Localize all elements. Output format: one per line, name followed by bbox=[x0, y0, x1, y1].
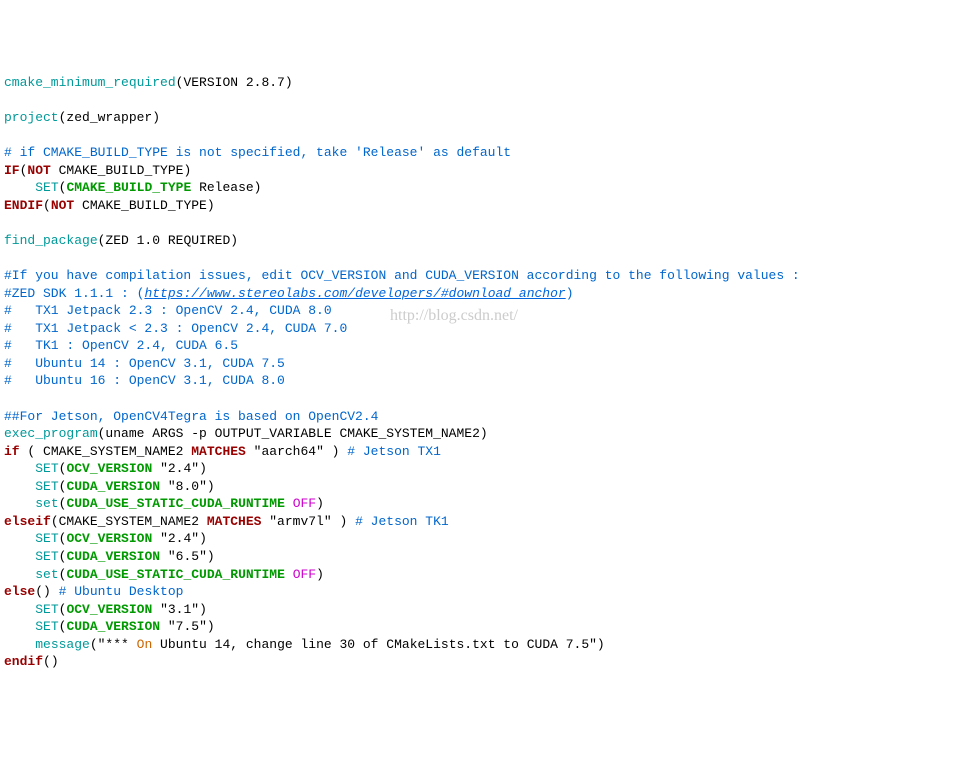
args: (ZED 1.0 REQUIRED) bbox=[98, 233, 238, 248]
kw-matches: MATCHES bbox=[207, 514, 262, 529]
args: "6.5") bbox=[160, 549, 215, 564]
args: () bbox=[43, 654, 59, 669]
var-cuda-static: CUDA_USE_STATIC_CUDA_RUNTIME bbox=[66, 567, 284, 582]
args: CMAKE_BUILD_TYPE) bbox=[51, 163, 191, 178]
comment: ##For Jetson, OpenCV4Tegra is based on O… bbox=[4, 409, 378, 424]
comment: # Ubuntu 14 : OpenCV 3.1, CUDA 7.5 bbox=[4, 356, 285, 371]
comment: # TX1 Jetpack 2.3 : OpenCV 2.4, CUDA 8.0 bbox=[4, 303, 332, 318]
url-link[interactable]: https://www.stereolabs.com/developers/#d… bbox=[144, 286, 565, 301]
indent bbox=[4, 461, 35, 476]
func-set: SET bbox=[35, 180, 58, 195]
const-off: OFF bbox=[293, 567, 316, 582]
comment: # Jetson TX1 bbox=[347, 444, 441, 459]
args: Ubuntu 14, change line 30 of CMakeLists.… bbox=[152, 637, 604, 652]
func-set: SET bbox=[35, 619, 58, 634]
args: CMAKE_BUILD_TYPE) bbox=[74, 198, 214, 213]
var-cuda: CUDA_VERSION bbox=[66, 479, 160, 494]
kw-else: else bbox=[4, 584, 35, 599]
space bbox=[285, 567, 293, 582]
indent bbox=[4, 602, 35, 617]
func-project: project bbox=[4, 110, 59, 125]
args: () bbox=[35, 584, 58, 599]
indent bbox=[4, 531, 35, 546]
comment: # TX1 Jetpack < 2.3 : OpenCV 2.4, CUDA 7… bbox=[4, 321, 347, 336]
var-ocv: OCV_VERSION bbox=[66, 531, 152, 546]
kw-not: NOT bbox=[51, 198, 74, 213]
func-set: SET bbox=[35, 531, 58, 546]
kw-if: if bbox=[4, 444, 20, 459]
indent bbox=[4, 567, 35, 582]
func-set: set bbox=[35, 496, 58, 511]
indent bbox=[4, 479, 35, 494]
comment: ) bbox=[566, 286, 574, 301]
args: "7.5") bbox=[160, 619, 215, 634]
args: "armv7l" ) bbox=[261, 514, 355, 529]
kw-endif: ENDIF bbox=[4, 198, 43, 213]
indent bbox=[4, 549, 35, 564]
comment: # Ubuntu Desktop bbox=[59, 584, 184, 599]
indent bbox=[4, 180, 35, 195]
comment: # Ubuntu 16 : OpenCV 3.1, CUDA 8.0 bbox=[4, 373, 285, 388]
paren: ( bbox=[43, 198, 51, 213]
args: "aarch64" ) bbox=[246, 444, 347, 459]
paren: ) bbox=[316, 496, 324, 511]
args: (uname ARGS -p OUTPUT_VARIABLE CMAKE_SYS… bbox=[98, 426, 488, 441]
kw-not: NOT bbox=[27, 163, 50, 178]
kw-elseif: elseif bbox=[4, 514, 51, 529]
var-cuda: CUDA_VERSION bbox=[66, 549, 160, 564]
var-cuda: CUDA_VERSION bbox=[66, 619, 160, 634]
comment: # if CMAKE_BUILD_TYPE is not specified, … bbox=[4, 145, 511, 160]
func-message: message bbox=[35, 637, 90, 652]
args: ( CMAKE_SYSTEM_NAME2 bbox=[20, 444, 192, 459]
paren: ( bbox=[59, 619, 67, 634]
args: "8.0") bbox=[160, 479, 215, 494]
func-set: set bbox=[35, 567, 58, 582]
space bbox=[285, 496, 293, 511]
code-block: cmake_minimum_required(VERSION 2.8.7) pr… bbox=[4, 74, 951, 671]
func-set: SET bbox=[35, 549, 58, 564]
var-build-type: CMAKE_BUILD_TYPE bbox=[66, 180, 191, 195]
func-set: SET bbox=[35, 461, 58, 476]
kw-on: On bbox=[137, 637, 153, 652]
kw-endif: endif bbox=[4, 654, 43, 669]
var-cuda-static: CUDA_USE_STATIC_CUDA_RUNTIME bbox=[66, 496, 284, 511]
args: ("*** bbox=[90, 637, 137, 652]
func-cmake-min: cmake_minimum_required bbox=[4, 75, 176, 90]
args: (zed_wrapper) bbox=[59, 110, 160, 125]
args: (CMAKE_SYSTEM_NAME2 bbox=[51, 514, 207, 529]
paren: ) bbox=[316, 567, 324, 582]
func-find-package: find_package bbox=[4, 233, 98, 248]
comment: # Jetson TK1 bbox=[355, 514, 449, 529]
args: "2.4") bbox=[152, 531, 207, 546]
func-set: SET bbox=[35, 479, 58, 494]
args: "3.1") bbox=[152, 602, 207, 617]
args: (VERSION 2.8.7) bbox=[176, 75, 293, 90]
comment: # TK1 : OpenCV 2.4, CUDA 6.5 bbox=[4, 338, 238, 353]
args: "2.4") bbox=[152, 461, 207, 476]
indent bbox=[4, 637, 35, 652]
var-ocv: OCV_VERSION bbox=[66, 602, 152, 617]
args: Release) bbox=[191, 180, 261, 195]
indent bbox=[4, 496, 35, 511]
kw-if: IF bbox=[4, 163, 20, 178]
func-set: SET bbox=[35, 602, 58, 617]
var-ocv: OCV_VERSION bbox=[66, 461, 152, 476]
const-off: OFF bbox=[293, 496, 316, 511]
comment: #If you have compilation issues, edit OC… bbox=[4, 268, 800, 283]
func-exec: exec_program bbox=[4, 426, 98, 441]
indent bbox=[4, 619, 35, 634]
kw-matches: MATCHES bbox=[191, 444, 246, 459]
comment: #ZED SDK 1.1.1 : ( bbox=[4, 286, 144, 301]
